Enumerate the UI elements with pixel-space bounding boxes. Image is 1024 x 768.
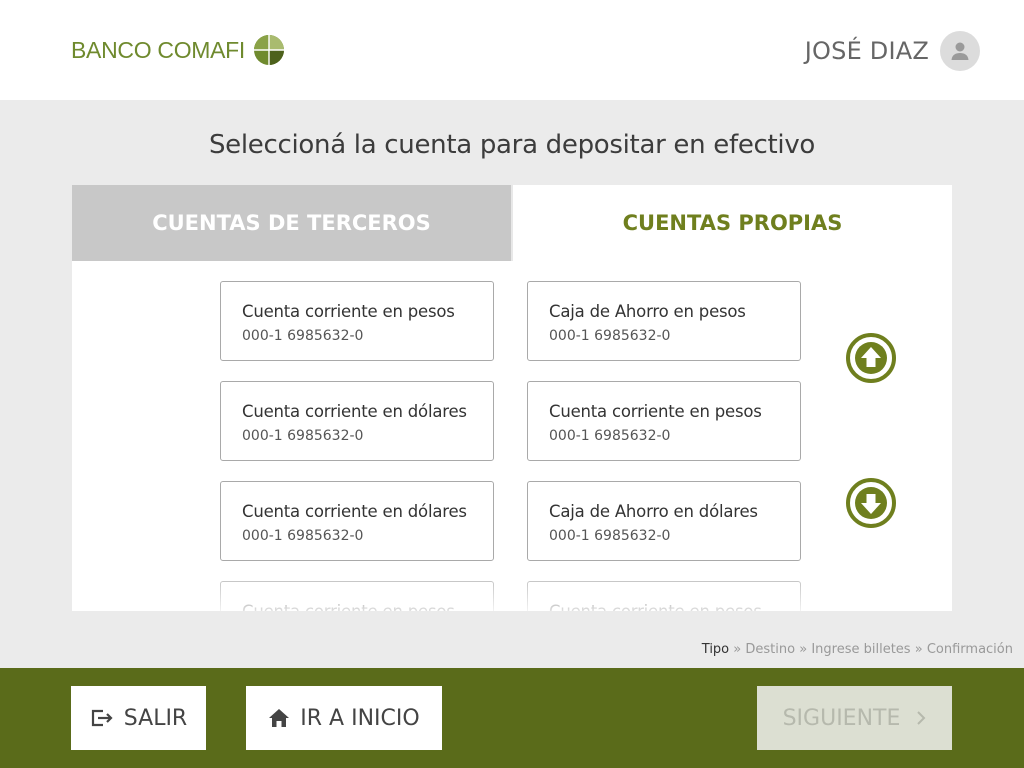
home-icon — [269, 709, 290, 727]
comafi-globe-icon — [254, 35, 285, 65]
breadcrumb: Tipo » Destino » Ingrese billetes » Conf… — [702, 642, 1013, 657]
header: BANCO COMAFI JOSÉ DIAZ — [0, 0, 1024, 100]
account-name: Cuenta corriente en pesos — [549, 602, 762, 611]
account-card[interactable]: Caja de Ahorro en pesos 000-1 6985632-0 — [527, 281, 801, 361]
breadcrumb-separator: » — [799, 642, 808, 657]
account-name: Cuenta corriente en dólares — [242, 502, 467, 521]
breadcrumb-step-tipo: Tipo — [701, 642, 730, 657]
account-card[interactable]: Caja de Ahorro en dólares 000-1 6985632-… — [527, 481, 801, 561]
next-button[interactable]: SIGUIENTE — [757, 686, 952, 750]
user-icon — [951, 42, 969, 60]
account-number: 000-1 6985632-0 — [549, 528, 671, 544]
chevron-right-icon — [917, 711, 926, 725]
account-name: Cuenta corriente en pesos — [242, 302, 455, 321]
bank-logo: BANCO COMAFI — [71, 33, 285, 67]
account-card[interactable]: Cuenta corriente en dólares 000-1 698563… — [220, 481, 494, 561]
account-card[interactable]: Cuenta corriente en dólares 000-1 698563… — [220, 381, 494, 461]
next-button-label: SIGUIENTE — [782, 705, 901, 731]
account-tabs: CUENTAS DE TERCEROS CUENTAS PROPIAS — [72, 185, 952, 261]
account-number: 000-1 6985632-0 — [242, 328, 364, 344]
account-number: 000-1 6985632-0 — [242, 428, 364, 444]
tab-cuentas-propias[interactable]: CUENTAS PROPIAS — [513, 185, 952, 261]
account-name: Caja de Ahorro en dólares — [549, 502, 758, 521]
arrow-down-circle-icon[interactable] — [845, 477, 897, 529]
footer-bar: SALIR IR A INICIO SIGUIENTE — [0, 668, 1024, 768]
breadcrumb-separator: » — [733, 642, 742, 657]
account-name: Cuenta corriente en pesos — [549, 402, 762, 421]
home-button[interactable]: IR A INICIO — [246, 686, 442, 750]
list-fade-overlay — [72, 561, 952, 611]
account-name: Cuenta corriente en pesos — [242, 602, 455, 611]
user-name: JOSÉ DIAZ — [804, 37, 929, 65]
account-name: Cuenta corriente en dólares — [242, 402, 467, 421]
arrow-up-circle-icon[interactable] — [845, 332, 897, 384]
breadcrumb-separator: » — [914, 642, 923, 657]
account-number: 000-1 6985632-0 — [549, 428, 671, 444]
breadcrumb-step-destino: Destino — [745, 642, 796, 657]
exit-button-label: SALIR — [123, 705, 188, 731]
account-list: Cuenta corriente en pesos 000-1 6985632-… — [72, 261, 952, 611]
user-info: JOSÉ DIAZ — [805, 31, 980, 71]
breadcrumb-step-ingrese-billetes: Ingrese billetes — [811, 642, 911, 657]
logout-icon — [91, 709, 113, 727]
tab-cuentas-de-terceros[interactable]: CUENTAS DE TERCEROS — [72, 185, 511, 261]
account-name: Caja de Ahorro en pesos — [549, 302, 746, 321]
account-card[interactable]: Cuenta corriente en pesos 000-1 6985632-… — [220, 281, 494, 361]
account-number: 000-1 6985632-0 — [242, 528, 364, 544]
account-card[interactable]: Cuenta corriente en pesos 000-1 6985632-… — [527, 381, 801, 461]
account-card[interactable]: Cuenta corriente en pesos — [527, 581, 801, 611]
home-button-label: IR A INICIO — [300, 705, 420, 731]
account-selection-panel: CUENTAS DE TERCEROS CUENTAS PROPIAS Cuen… — [72, 185, 952, 611]
avatar — [940, 31, 980, 71]
breadcrumb-step-confirmacion: Confirmación — [926, 642, 1013, 657]
exit-button[interactable]: SALIR — [71, 686, 206, 750]
account-number: 000-1 6985632-0 — [549, 328, 671, 344]
account-card[interactable]: Cuenta corriente en pesos — [220, 581, 494, 611]
logo-text: BANCO COMAFI — [71, 36, 246, 63]
page-title: Seleccioná la cuenta para depositar en e… — [208, 130, 816, 160]
